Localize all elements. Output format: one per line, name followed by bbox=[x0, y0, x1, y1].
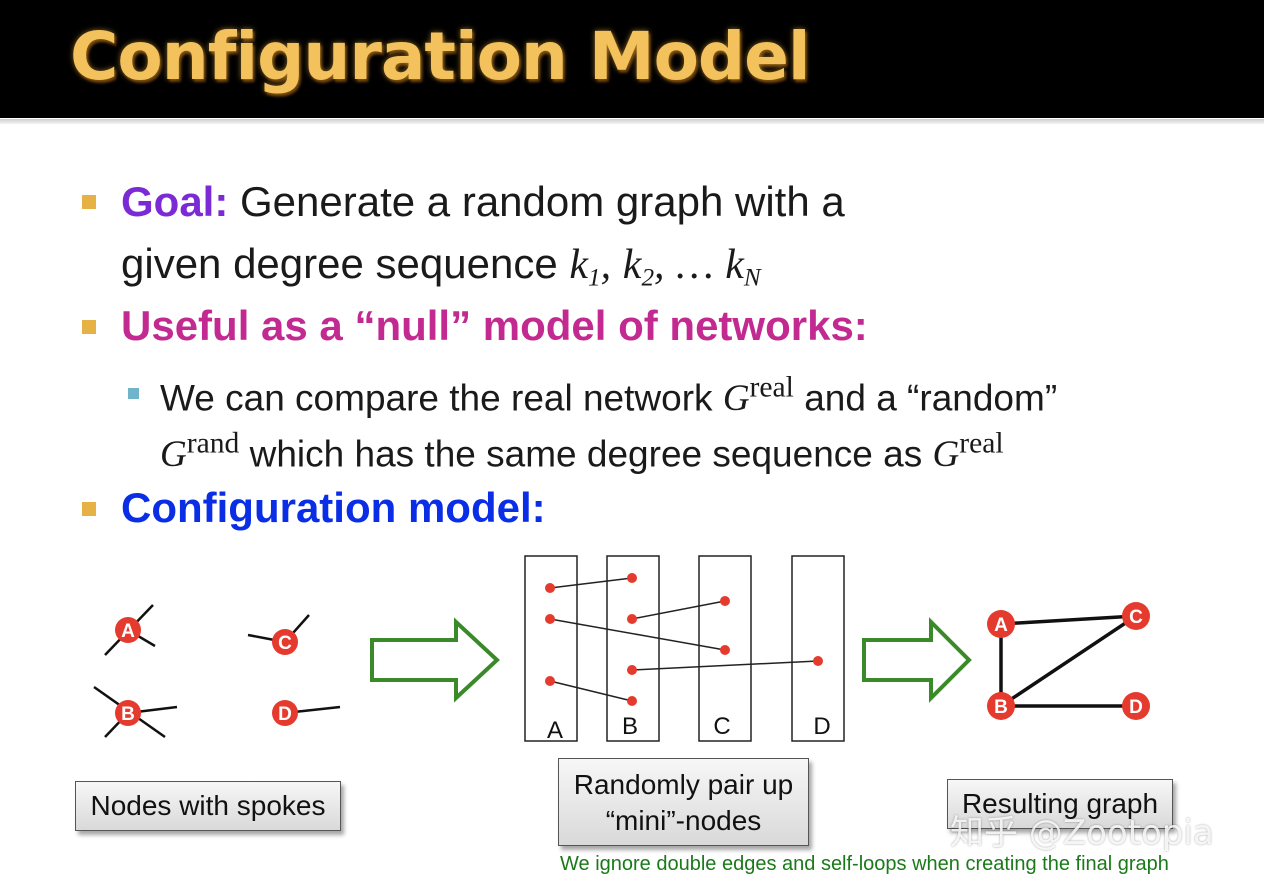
svg-text:D: D bbox=[278, 704, 292, 725]
result-node-B: B bbox=[987, 692, 1015, 720]
svg-text:D: D bbox=[1129, 697, 1143, 718]
mini-column-label-C: C bbox=[713, 713, 730, 740]
footnote: We ignore double edges and self-loops wh… bbox=[560, 853, 1169, 875]
svg-text:C: C bbox=[278, 633, 292, 654]
mini-node-columns bbox=[524, 555, 845, 742]
right-arrow-icon bbox=[862, 617, 972, 703]
caption-line: “mini”-nodes bbox=[605, 805, 762, 836]
mini-column-label-D: D bbox=[813, 713, 830, 740]
svg-text:A: A bbox=[994, 615, 1008, 636]
mini-column-label-B: B bbox=[622, 713, 638, 740]
svg-text:B: B bbox=[994, 697, 1008, 718]
svg-text:B: B bbox=[121, 704, 135, 725]
spoke-node-D: D bbox=[272, 700, 298, 726]
spoke-node-A: A bbox=[115, 617, 141, 643]
mini-node-pairings bbox=[549, 577, 819, 702]
spoke-node-B: B bbox=[115, 700, 141, 726]
svg-text:A: A bbox=[121, 621, 135, 642]
caption-line: Randomly pair up bbox=[573, 769, 794, 800]
mini-nodes bbox=[545, 573, 823, 706]
configuration-diagram: A C B D A B C D A C B D bbox=[93, 555, 1150, 744]
caption-nodes-with-spokes: Nodes with spokes bbox=[75, 781, 341, 831]
right-arrow-icon bbox=[370, 617, 500, 703]
caption-random-pairing: Randomly pair up “mini”-nodes bbox=[558, 758, 809, 846]
result-node-A: A bbox=[987, 610, 1015, 638]
mini-column-label-A: A bbox=[547, 717, 563, 744]
result-edges bbox=[999, 614, 1137, 708]
spoke-node-C: C bbox=[272, 629, 298, 655]
result-node-C: C bbox=[1122, 602, 1150, 630]
result-node-D: D bbox=[1122, 692, 1150, 720]
svg-text:C: C bbox=[1129, 607, 1143, 628]
watermark: 知乎 @Zootopia bbox=[950, 813, 1214, 853]
